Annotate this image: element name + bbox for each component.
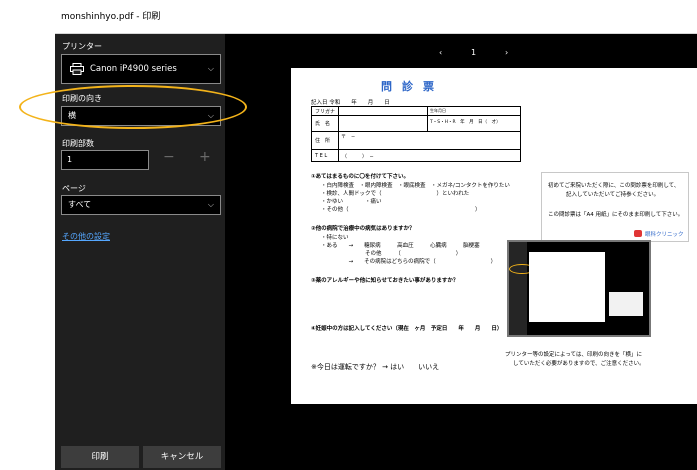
- question-5: ※今日は運転ですか？ → はい いいえ: [311, 363, 440, 371]
- tel-value: （ ） −: [342, 154, 374, 160]
- title-bar: monshinhyo.pdf - 印刷: [55, 0, 697, 34]
- pages-value: すべて: [68, 200, 92, 209]
- clinic-name: 眼科クリニック: [645, 232, 684, 238]
- question-1: ①あてはまるものに〇を付けて下さい。: [311, 174, 409, 180]
- printer-icon: [70, 63, 84, 75]
- prev-page-button[interactable]: ‹: [439, 48, 442, 57]
- copies-value: 1: [67, 155, 73, 164]
- orientation-highlight: [19, 85, 247, 129]
- printer-value: Canon iP4900 series: [90, 64, 177, 74]
- question-4: ④妊娠中の方は記入してください（現在 ヶ月 予定日 年 月 日）: [311, 326, 503, 332]
- name-label: 氏 名: [315, 121, 331, 127]
- note-line: この問診票は「A4 用紙」にそのまま印刷して下さい。: [548, 212, 684, 218]
- address-label: 住 所: [315, 138, 331, 144]
- q2-item: ・特にない: [321, 235, 349, 241]
- q1-item: ・かゆい ・痛い: [321, 199, 382, 205]
- print-instructions: 初めてご来院いただく際に、この問診票を印刷して、 記入していただいてご持参くださ…: [541, 172, 689, 242]
- printer-select[interactable]: Canon iP4900 series ⌵: [61, 54, 221, 84]
- printer-label: プリンター: [62, 42, 102, 51]
- next-page-button[interactable]: ›: [505, 48, 508, 57]
- print-button[interactable]: 印刷: [61, 446, 139, 468]
- thumb-page: [529, 252, 605, 322]
- date-line: 記入日 令和 年 月 日: [311, 100, 390, 106]
- stage: monshinhyo.pdf - 印刷 プリンター Canon iP4900 s…: [0, 0, 697, 470]
- q2-item: → その病院はどちらの病院で（ ）: [321, 259, 497, 265]
- doc-title: 問診票: [381, 80, 444, 93]
- q1-item: ・白内障検査 ・眼内障検査 ・眼底検査 ・メガネ/コンタクトを作りたい: [321, 183, 510, 189]
- table-divider: [312, 149, 520, 150]
- birth-label: 生年月日: [430, 108, 446, 113]
- q2-item: その他 （ ）: [321, 251, 462, 257]
- caption-line: していただく必要がありますので、ご注意ください。: [513, 361, 645, 367]
- birth-value: T・S・H・R 年 月 日（ 才）: [430, 120, 501, 125]
- table-divider: [312, 115, 520, 116]
- thumb-left-pane: [509, 242, 527, 335]
- postal-mark: 〒 −: [341, 134, 356, 140]
- question-3: ③薬のアレルギーや他に知らせておきたい事がありますか？: [311, 278, 459, 284]
- furigana-label: フリガナ: [315, 109, 336, 115]
- note-line: 記入していただいてご持参ください。: [566, 192, 660, 198]
- tel-label: T E L: [315, 153, 328, 159]
- question-2: ②他の病院で治療中の病気はありますか？: [311, 226, 415, 232]
- table-divider: [312, 131, 520, 132]
- decrement-button[interactable]: −: [163, 149, 175, 165]
- q1-item: ・検診、人間ドックで（ ）といわれた: [321, 191, 470, 197]
- cancel-button[interactable]: キャンセル: [143, 446, 221, 468]
- clinic-logo: [634, 230, 642, 237]
- more-settings-link[interactable]: その他の設定: [62, 231, 110, 242]
- chevron-down-icon: ⌵: [207, 200, 214, 209]
- pages-select[interactable]: すべて ⌵: [61, 195, 221, 215]
- pages-label: ページ: [62, 184, 86, 193]
- copies-label: 印刷部数: [62, 139, 94, 148]
- chevron-down-icon: ⌵: [207, 64, 214, 73]
- table-divider: [427, 107, 428, 131]
- patient-table: フリガナ 氏 名 住 所 〒 − T E L （ ） − 生年月日 T・S・H・…: [311, 106, 521, 162]
- window-title: monshinhyo.pdf - 印刷: [61, 12, 161, 22]
- caption-line: プリンター等の設定によっては、印刷の向きを「横」に: [505, 352, 642, 358]
- print-dialog: monshinhyo.pdf - 印刷 プリンター Canon iP4900 s…: [55, 0, 697, 470]
- page-number: 1: [471, 48, 477, 57]
- q1-item: ・その他（ ）: [321, 207, 481, 213]
- copies-input[interactable]: 1: [61, 150, 149, 170]
- example-screenshot: [507, 240, 651, 337]
- increment-button[interactable]: +: [199, 149, 211, 165]
- preview-pane: ‹ 1 › 問診票 記入日 令和 年 月 日 フリガナ 氏 名 住 所 〒 − …: [225, 34, 697, 470]
- note-line: 初めてご来院いただく際に、この問診票を印刷して、: [548, 183, 680, 189]
- q2-item: ・ある → 糖尿病 高血圧 心臓病 脳梗塞: [321, 243, 480, 249]
- thumb-note: [609, 292, 643, 316]
- table-divider: [338, 107, 339, 161]
